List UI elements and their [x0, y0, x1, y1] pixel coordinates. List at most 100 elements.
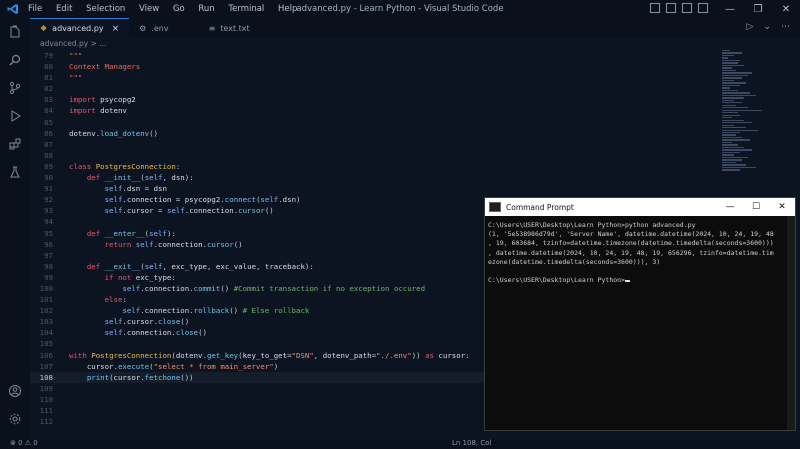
minimap-line: [722, 159, 742, 161]
line-number: 93: [44, 206, 53, 216]
search-icon[interactable]: [0, 46, 30, 74]
code-line[interactable]: 79 """: [30, 50, 720, 61]
minimap-line: [722, 57, 728, 59]
code-line[interactable]: 80 Context Managers: [30, 61, 720, 72]
testing-flask-icon[interactable]: [0, 158, 30, 186]
menu-bar: File Edit Selection View Go Run Terminal…: [28, 4, 308, 14]
vscode-logo-icon: [6, 2, 20, 16]
code-text: self.cursor.close(): [104, 317, 190, 327]
more-actions-icon[interactable]: ⋯: [781, 22, 790, 32]
minimap[interactable]: [722, 50, 782, 180]
window-controls: — ❐ ✕: [716, 0, 800, 18]
minimap-line: [722, 87, 730, 89]
maximize-button[interactable]: ❐: [744, 0, 772, 18]
cmd-output[interactable]: C:\Users\USER\Desktop\Learn Python>pytho…: [485, 216, 795, 290]
minimap-line: [722, 112, 738, 114]
code-text: if not exc_type:: [104, 272, 176, 282]
code-text: dotenv.load_dotenv(): [69, 128, 159, 138]
code-text: def __enter__(self):: [86, 228, 176, 238]
code-line[interactable]: 83 import psycopg2: [30, 94, 720, 105]
menu-file[interactable]: File: [28, 4, 42, 14]
cmd-output-line: (1, '5e538986d79d', 'Server Name', datet…: [488, 230, 774, 239]
minimap-line: [722, 82, 746, 84]
title-bar: File Edit Selection View Go Run Terminal…: [0, 0, 800, 18]
cmd-scrollbar[interactable]: [787, 216, 795, 430]
extensions-icon[interactable]: [0, 130, 30, 158]
code-text: print(cursor.fetchone()): [86, 372, 194, 382]
run-python-file-icon[interactable]: ▷: [747, 22, 754, 32]
cmd-maximize-button[interactable]: ☐: [743, 202, 769, 212]
line-number: 111: [39, 406, 53, 415]
menu-terminal[interactable]: Terminal: [228, 4, 264, 14]
line-number: 90: [44, 173, 53, 183]
tab-label: .env: [151, 23, 169, 33]
code-line[interactable]: 82: [30, 83, 720, 94]
menu-go[interactable]: Go: [173, 4, 185, 14]
cmd-title: Command Prompt: [506, 202, 574, 212]
code-line[interactable]: 88: [30, 150, 720, 161]
code-line[interactable]: 85: [30, 117, 720, 128]
run-dropdown-icon[interactable]: ⌄: [763, 22, 771, 32]
code-text: self.dsn = dsn: [104, 184, 167, 194]
line-number: 85: [44, 117, 53, 127]
minimap-line: [722, 144, 738, 146]
code-line[interactable]: 90 def __init__(self, dsn):: [30, 172, 720, 183]
minimize-button[interactable]: —: [716, 0, 744, 18]
cmd-close-button[interactable]: ✕: [769, 202, 795, 212]
tab-advanced-py[interactable]: ❖ advanced.py ×: [30, 18, 130, 38]
code-line[interactable]: 89 class PostgresConnection:: [30, 161, 720, 172]
breadcrumb[interactable]: advanced.py > ...: [40, 39, 106, 48]
tab-env[interactable]: ⚙ .env: [129, 18, 178, 38]
menu-view[interactable]: View: [139, 4, 159, 14]
tab-text-txt[interactable]: ≡ text.txt: [199, 18, 260, 38]
code-text: def __exit__(self, exc_type, exc_value, …: [86, 261, 314, 271]
explorer-icon[interactable]: [0, 18, 30, 46]
close-tab-icon[interactable]: ×: [112, 24, 120, 34]
minimap-line: [722, 124, 734, 126]
line-number: 82: [44, 84, 53, 94]
cmd-output-line: C:\Users\USER\Desktop\Learn Python>: [488, 276, 792, 285]
customize-layout-icon[interactable]: [698, 3, 708, 13]
line-number: 87: [44, 139, 53, 149]
cmd-title-bar[interactable]: Command Prompt — ☐ ✕: [485, 198, 795, 216]
minimap-line: [722, 92, 750, 94]
close-window-button[interactable]: ✕: [772, 0, 800, 18]
line-number: 101: [39, 295, 53, 305]
menu-edit[interactable]: Edit: [56, 4, 72, 14]
line-number: 92: [44, 195, 53, 205]
source-control-icon[interactable]: [0, 74, 30, 102]
code-line[interactable]: 91 self.dsn = dsn: [30, 183, 720, 194]
line-number: 84: [44, 106, 53, 116]
code-line[interactable]: 86 dotenv.load_dotenv(): [30, 128, 720, 139]
code-text: cursor.execute("select * from main_serve…: [86, 361, 279, 371]
menu-selection[interactable]: Selection: [86, 4, 125, 14]
cmd-output-line: , 19, 603684, tzinfo=datetime.timezone(d…: [488, 239, 774, 248]
code-line[interactable]: 84 import dotenv: [30, 105, 720, 116]
cmd-minimize-button[interactable]: —: [717, 202, 743, 212]
minimap-line: [722, 151, 740, 154]
tab-label: advanced.py: [52, 24, 104, 33]
toggle-sidebar-icon[interactable]: [650, 3, 660, 13]
code-text: import psycopg2: [69, 95, 136, 105]
code-line[interactable]: 81 """: [30, 72, 720, 83]
minimap-line: [722, 62, 738, 64]
settings-gear-icon[interactable]: [0, 405, 30, 433]
code-text: """: [69, 73, 83, 83]
minimap-line: [722, 74, 748, 77]
line-number: 88: [44, 150, 53, 160]
problems-indicator[interactable]: ⊗ 0 ⚠ 0: [10, 439, 38, 447]
command-prompt-window[interactable]: Command Prompt — ☐ ✕ C:\Users\USER\Deskt…: [484, 197, 796, 431]
toggle-secondary-sidebar-icon[interactable]: [682, 3, 692, 13]
line-number: 80: [44, 62, 53, 72]
code-text: self.connection = psycopg2.connect(self.…: [104, 195, 301, 205]
menu-run[interactable]: Run: [198, 4, 214, 14]
account-icon[interactable]: [0, 377, 30, 405]
run-debug-icon[interactable]: [0, 102, 30, 130]
gear-icon: ⚙: [139, 23, 147, 33]
toggle-panel-icon[interactable]: [666, 3, 676, 13]
cursor-position[interactable]: Ln 108, Col: [452, 439, 492, 447]
code-line[interactable]: 87: [30, 139, 720, 150]
cmd-output-line: , datetime.datetime(2024, 10, 24, 19, 48…: [488, 248, 774, 257]
menu-help[interactable]: Help: [278, 4, 297, 14]
minimap-line: [722, 146, 744, 149]
